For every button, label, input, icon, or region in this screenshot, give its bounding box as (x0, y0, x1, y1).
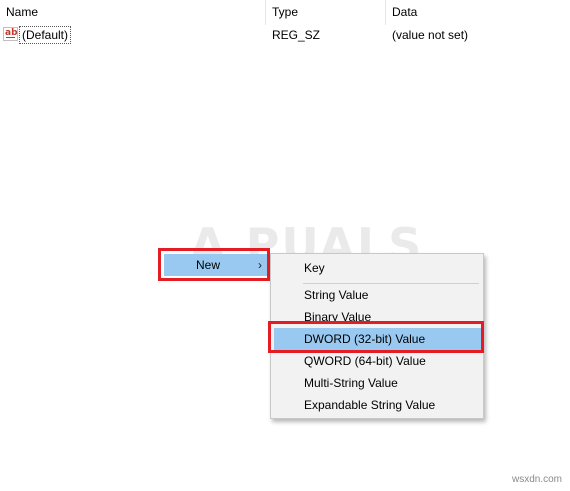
column-header: Name Type Data (0, 0, 570, 25)
chevron-right-icon: › (258, 258, 262, 272)
menu-item-multi-string-value[interactable]: Multi-String Value (274, 372, 481, 394)
menu-item-expandable-string-value[interactable]: Expandable String Value (274, 394, 481, 416)
value-name[interactable]: (Default) (19, 26, 72, 44)
table-row[interactable]: ab (Default) REG_SZ (value not set) (0, 25, 570, 45)
column-header-data[interactable]: Data (386, 0, 570, 25)
value-data: (value not set) (392, 28, 469, 42)
site-watermark: wsxdn.com (511, 474, 562, 485)
menu-item-binary-value[interactable]: Binary Value (274, 306, 481, 328)
menu-item-string-value[interactable]: String Value (274, 284, 481, 306)
menu-item-dword-value[interactable]: DWORD (32-bit) Value (274, 328, 481, 350)
new-submenu: Key String Value Binary Value DWORD (32-… (270, 253, 484, 419)
menu-item-key[interactable]: Key (274, 257, 481, 279)
context-menu-new[interactable]: New › (164, 254, 267, 276)
context-menu-new-label: New (196, 258, 221, 272)
column-header-name[interactable]: Name (0, 0, 266, 25)
column-header-type[interactable]: Type (266, 0, 386, 25)
string-value-icon: ab (3, 27, 18, 41)
menu-item-qword-value[interactable]: QWORD (64-bit) Value (274, 350, 481, 372)
value-type: REG_SZ (272, 28, 321, 42)
